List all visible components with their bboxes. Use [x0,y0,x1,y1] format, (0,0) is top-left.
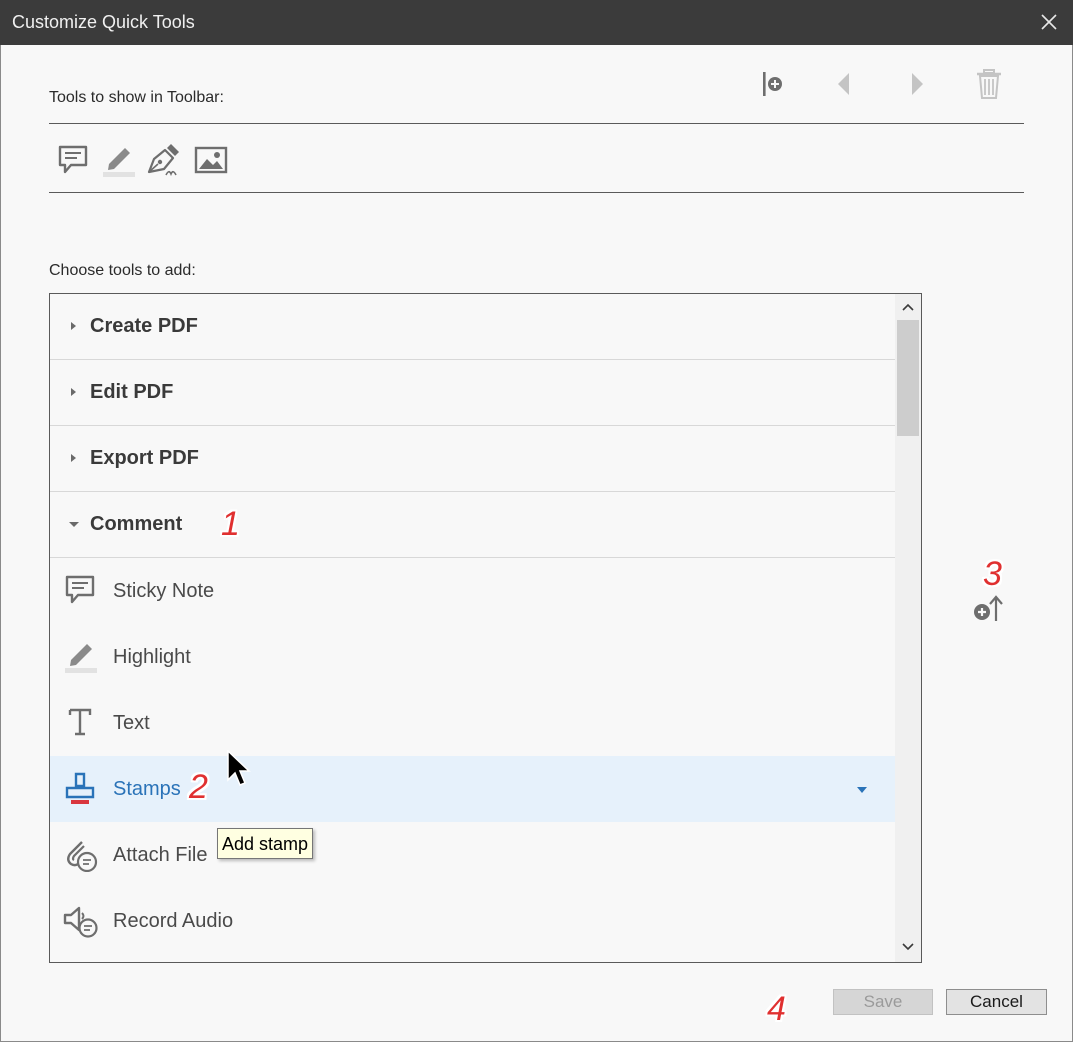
chevron-right-icon [71,322,76,330]
tool-stamps[interactable]: Stamps [50,756,895,822]
move-right-button[interactable] [899,66,935,102]
text-icon [68,708,92,736]
add-divider-button[interactable] [754,66,790,102]
tool-label: Text [113,712,150,734]
category-label: Export PDF [90,447,199,469]
tool-highlight[interactable]: Highlight [50,624,895,690]
record-audio-icon [63,906,98,938]
add-to-toolbar-button[interactable] [970,590,1006,626]
tool-label: Attach File [113,844,208,866]
delete-button[interactable] [971,66,1007,102]
close-button[interactable] [1039,12,1059,32]
scroll-thumb[interactable] [897,320,919,436]
mouse-cursor-icon [227,750,251,786]
quick-tools-strip [49,123,1024,193]
stamp-icon [65,772,95,804]
category-export-pdf[interactable]: Export PDF [50,426,895,492]
tool-attach-file[interactable]: Attach File [50,822,895,888]
tool-label: Stamps [113,778,181,800]
category-label: Edit PDF [90,381,174,403]
vertical-scrollbar[interactable] [895,294,921,962]
image-icon [194,146,228,174]
toolbar-section-label: Tools to show in Toolbar: [49,89,224,106]
category-label: Create PDF [90,315,198,337]
tooltip: Add stamp [217,828,314,859]
highlight-icon [65,644,97,673]
attach-file-icon [67,841,98,872]
close-icon [1041,14,1057,30]
add-divider-icon [763,72,782,96]
quick-tool-sign[interactable] [145,142,181,178]
sticky-note-icon [65,575,95,604]
highlight-icon [103,148,135,177]
sticky-note-icon [58,145,88,174]
quick-tool-sticky-note[interactable] [55,142,91,178]
delete-icon [977,69,1001,99]
tool-label: Record Audio [113,910,234,932]
move-right-icon [912,73,923,95]
tool-sticky-note[interactable]: Sticky Note [50,558,895,624]
tool-label: Highlight [113,646,191,668]
move-left-icon [838,73,849,95]
title-bar: Customize Quick Tools [0,0,1073,45]
tool-text[interactable]: Text [50,690,895,756]
tool-record-audio[interactable]: Record Audio [50,888,895,954]
category-create-pdf[interactable]: Create PDF [50,294,895,360]
window-title: Customize Quick Tools [12,12,195,32]
tool-label: Sticky Note [113,580,215,602]
annotation-1: 1 [221,505,240,543]
quick-tool-image[interactable] [193,142,229,178]
scroll-up-icon[interactable] [902,302,914,312]
chevron-right-icon [71,454,76,462]
tools-list: Create PDF Edit PDF Export PDF Comment S… [49,293,922,963]
sign-icon [147,144,179,177]
category-edit-pdf[interactable]: Edit PDF [50,360,895,426]
annotation-4: 4 [767,990,786,1028]
annotation-3: 3 [983,555,1002,593]
chevron-down-icon [69,522,79,527]
category-label: Comment [90,513,183,535]
move-left-button[interactable] [826,66,862,102]
chevron-down-icon[interactable] [856,785,868,795]
category-comment[interactable]: Comment [50,492,895,558]
scroll-down-icon[interactable] [902,942,914,952]
quick-tool-highlight[interactable] [100,142,136,178]
cancel-button[interactable]: Cancel [946,989,1047,1015]
save-button[interactable]: Save [833,989,933,1015]
add-to-toolbar-icon [974,595,1003,621]
chevron-right-icon [71,388,76,396]
annotation-2: 2 [189,768,208,806]
choose-section-label: Choose tools to add: [49,262,196,279]
